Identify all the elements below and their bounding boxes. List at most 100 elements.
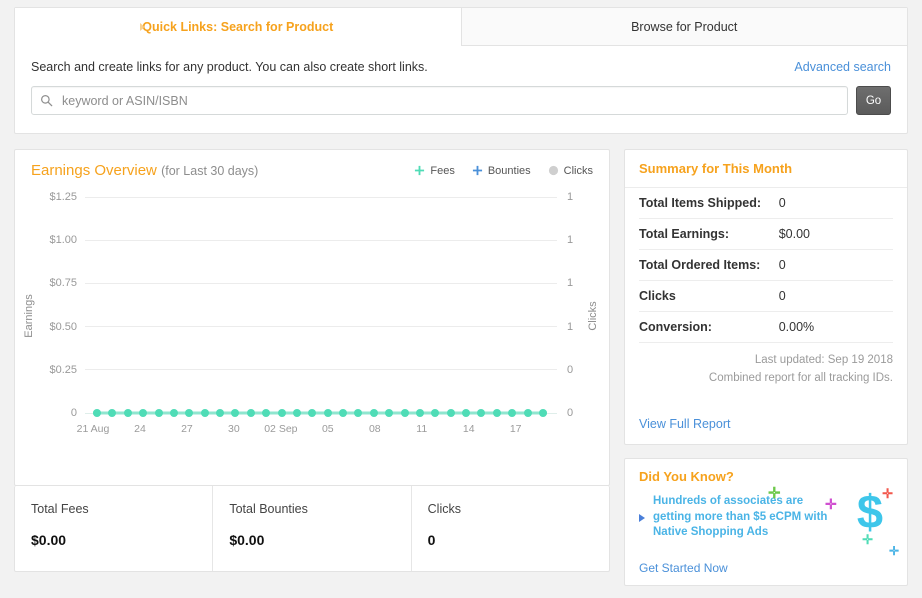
promo-line-2: getting more than $5 eCPM with <box>653 510 828 523</box>
data-point[interactable] <box>185 409 194 417</box>
summary-note: Last updated: Sep 19 2018 Combined repor… <box>625 343 907 388</box>
data-point[interactable] <box>154 409 163 417</box>
data-point[interactable] <box>246 409 255 417</box>
x-tick-label: 05 <box>321 423 334 435</box>
view-full-report-link[interactable]: View Full Report <box>625 417 907 444</box>
chart-series-fees <box>93 409 547 417</box>
summary-key: Clicks <box>639 289 676 303</box>
summary-row: Conversion: 0.00% <box>639 312 893 343</box>
search-header-row: Search and create links for any product.… <box>31 60 891 74</box>
data-point[interactable] <box>385 409 394 417</box>
data-point[interactable] <box>93 409 101 417</box>
data-point[interactable] <box>262 409 271 417</box>
gridline <box>85 282 557 284</box>
summary-value: 0.00% <box>778 320 815 334</box>
data-point[interactable] <box>139 409 148 417</box>
summary-row: Total Items Shipped: 0 <box>639 188 893 219</box>
total-value: $0.00 <box>31 532 67 548</box>
y-tick-label: 0 <box>70 407 77 419</box>
caret-right-icon <box>139 22 145 31</box>
data-point[interactable] <box>415 409 424 417</box>
gridline <box>85 239 557 241</box>
plus-marker-icon <box>415 165 425 176</box>
data-point[interactable] <box>169 409 178 417</box>
left-column: Earnings Overview (for Last 30 days) Fee… <box>14 149 610 586</box>
get-started-now-link[interactable]: Get Started Now <box>639 561 728 575</box>
data-point[interactable] <box>400 409 409 417</box>
data-point[interactable] <box>108 409 117 417</box>
total-value: 0 <box>427 532 436 548</box>
data-point[interactable] <box>292 409 301 417</box>
tab-browse-for-product[interactable]: Browse for Product <box>460 8 907 46</box>
data-point[interactable] <box>323 409 332 417</box>
data-point[interactable] <box>231 409 240 417</box>
data-point[interactable] <box>216 409 224 417</box>
data-point[interactable] <box>477 409 486 417</box>
summary-key: Conversion: <box>639 320 712 334</box>
x-tick-label: 21 Aug <box>76 423 110 435</box>
data-point[interactable] <box>446 409 455 417</box>
summary-value: $0.00 <box>778 227 810 241</box>
combined-report-text: Combined report for all tracking IDs. <box>708 371 893 384</box>
y2-tick-label: 0 <box>567 363 574 376</box>
x-tick-label: 02 Sep <box>264 423 298 435</box>
summary-heading: Summary for This Month <box>625 150 907 188</box>
data-point[interactable] <box>369 409 378 417</box>
tab-label: Quick Links: Search for Product <box>142 19 334 34</box>
legend-label: Fees <box>430 164 455 177</box>
data-point[interactable] <box>277 409 286 417</box>
data-point[interactable] <box>538 409 547 417</box>
total-label: Total Fees <box>31 502 89 516</box>
gridline <box>85 326 557 328</box>
chart-gridline: $0.50 1 <box>15 321 609 333</box>
data-point[interactable] <box>431 409 440 417</box>
promo-text: Hundreds of associates are getting more … <box>653 494 838 541</box>
legend-label: Bounties <box>487 164 531 177</box>
search-input[interactable] <box>60 92 839 109</box>
summary-rows: Total Items Shipped: 0 Total Earnings: $0.0… <box>625 188 907 343</box>
summary-row: Total Earnings: $0.00 <box>639 219 893 250</box>
promo-heading: Did You Know? <box>639 469 734 484</box>
data-point[interactable] <box>523 409 532 417</box>
content-columns: Earnings Overview (for Last 30 days) Fee… <box>14 149 908 586</box>
chart-header: Earnings Overview (for Last 30 days) Fee… <box>15 150 609 179</box>
search-input-wrapper[interactable] <box>31 86 848 115</box>
legend-item-bounties[interactable]: Bounties <box>472 165 531 177</box>
promo-line-3: Native Shopping Ads <box>653 526 769 539</box>
promo-line-1: Hundreds of associates are <box>653 495 804 507</box>
x-tick-label: 08 <box>368 423 381 435</box>
data-point[interactable] <box>339 409 347 417</box>
chart-gridline: $1.00 1 <box>15 234 609 246</box>
summary-row: Total Ordered Items: 0 <box>639 250 893 281</box>
right-column: Summary for This Month Total Items Shipp… <box>624 149 908 586</box>
sparkle-icon: ✛ <box>825 496 837 512</box>
search-hint-text: Search and create links for any product.… <box>31 60 428 74</box>
last-updated-text: Last updated: Sep 19 2018 <box>754 354 893 366</box>
sparkle-icon: ✛ <box>862 532 873 547</box>
advanced-search-link[interactable]: Advanced search <box>794 60 891 74</box>
tab-label: Browse for Product <box>631 19 738 34</box>
x-tick-label: 27 <box>181 423 193 435</box>
data-point[interactable] <box>308 409 317 417</box>
data-point[interactable] <box>354 409 363 417</box>
go-button[interactable]: Go <box>856 86 891 115</box>
tab-quick-links-search[interactable]: Quick Links: Search for Product <box>15 8 461 46</box>
data-point[interactable] <box>462 409 470 417</box>
total-label: Total Bounties <box>229 502 308 516</box>
summary-key: Total Earnings: <box>639 227 730 241</box>
y-tick-label: $1.25 <box>49 191 77 203</box>
summary-key: Total Items Shipped: <box>639 196 761 210</box>
data-point[interactable] <box>123 409 132 417</box>
legend-item-fees[interactable]: Fees <box>414 164 455 177</box>
legend-item-clicks[interactable]: Clicks <box>548 165 593 177</box>
promo-body: Hundreds of associates are getting more … <box>625 485 907 558</box>
search-input-row: Go <box>31 86 891 115</box>
quick-links-card: Quick Links: Search for Product Browse f… <box>14 7 908 134</box>
chart-x-axis: 21 Aug 24 27 30 02 Sep 05 08 11 14 17 <box>77 423 547 437</box>
data-point[interactable] <box>492 409 501 417</box>
y2-tick-label: 1 <box>567 320 574 333</box>
x-tick-label: 17 <box>509 423 522 435</box>
data-point[interactable] <box>508 409 517 417</box>
summary-value: 0 <box>778 258 786 272</box>
data-point[interactable] <box>200 409 209 417</box>
